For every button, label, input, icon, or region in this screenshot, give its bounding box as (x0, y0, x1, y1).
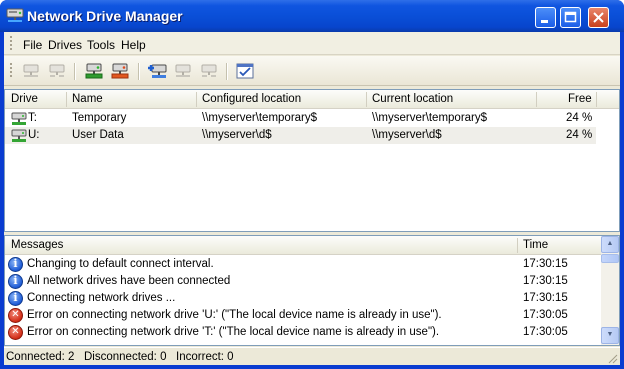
error-icon: ✕ (8, 325, 23, 340)
menu-bar: File Drives Tools Help (4, 32, 620, 55)
column-current-location[interactable]: Current location (372, 93, 453, 105)
window-title: Network Drive Manager (27, 8, 183, 24)
column-name[interactable]: Name (72, 93, 103, 105)
resize-grip-icon[interactable] (606, 352, 618, 364)
vertical-scrollbar[interactable]: ▲ ▼ (601, 236, 619, 345)
toolbar (4, 56, 620, 86)
configured-location: \\myserver\temporary$ (202, 112, 318, 124)
menu-drives[interactable]: Drives (48, 38, 82, 52)
disconnect-drive-icon[interactable] (46, 61, 68, 81)
network-drive-connected-icon (11, 112, 27, 125)
scroll-up-button[interactable]: ▲ (601, 236, 619, 253)
column-divider[interactable] (536, 92, 537, 107)
scroll-thumb[interactable] (601, 254, 619, 263)
network-drive-connected-icon (11, 129, 27, 142)
remove-drive-icon[interactable] (198, 61, 220, 81)
free-space: 24 % (566, 129, 593, 141)
info-icon: i (8, 257, 23, 272)
drive-row[interactable]: T: Temporary \\myserver\temporary$ \\mys… (5, 110, 596, 127)
toolbar-separator (226, 63, 227, 80)
network-drive-app-icon (6, 8, 24, 22)
drive-letter: U: (28, 129, 40, 141)
message-text: Error on connecting network drive 'T:' (… (27, 326, 440, 338)
column-configured-location[interactable]: Configured location (202, 93, 301, 105)
message-row[interactable]: i All network drives have been connected… (5, 273, 601, 290)
drive-list[interactable]: Drive Name Configured location Current l… (4, 89, 620, 232)
toolbar-grip[interactable] (10, 63, 13, 79)
drive-row[interactable]: U: User Data \\myserver\d$ \\myserver\d$… (5, 127, 596, 144)
toolbar-separator (74, 63, 75, 80)
app-window: Network Drive Manager File Drives Tools … (0, 0, 624, 369)
disconnect-all-icon[interactable] (109, 61, 131, 81)
message-text: All network drives have been connected (27, 275, 231, 287)
connect-drive-icon[interactable] (20, 61, 42, 81)
message-time: 17:30:05 (523, 326, 568, 338)
menu-file[interactable]: File (23, 38, 42, 52)
add-drive-icon[interactable] (146, 61, 168, 81)
column-divider[interactable] (366, 92, 367, 107)
scroll-down-button[interactable]: ▼ (601, 327, 619, 344)
column-messages[interactable]: Messages (11, 239, 63, 251)
drive-name: User Data (72, 129, 124, 141)
message-text: Changing to default connect interval. (27, 258, 214, 270)
title-bar[interactable]: Network Drive Manager (0, 0, 624, 32)
arrow-up-icon: ▲ (606, 240, 614, 247)
arrow-down-icon: ▼ (606, 331, 614, 338)
menu-grip[interactable] (10, 36, 13, 52)
client-area: File Drives Tools Help Drive Name Config… (4, 32, 620, 365)
drive-letter: T: (28, 112, 37, 124)
close-button[interactable] (588, 7, 609, 28)
message-time: 17:30:15 (523, 292, 568, 304)
info-icon: i (8, 274, 23, 289)
drive-list-header: Drive Name Configured location Current l… (5, 90, 619, 109)
menu-help[interactable]: Help (121, 38, 146, 52)
message-list[interactable]: Messages Time i Changing to default conn… (4, 235, 620, 346)
message-row[interactable]: ✕ Error on connecting network drive 'T:'… (5, 324, 601, 341)
toolbar-separator (138, 63, 139, 80)
message-list-header: Messages Time (5, 236, 601, 255)
column-free[interactable]: Free (568, 93, 592, 105)
configured-location: \\myserver\d$ (202, 129, 272, 141)
minimize-icon (541, 20, 548, 23)
close-icon (593, 12, 604, 23)
column-divider[interactable] (596, 92, 597, 107)
status-bar: Connected: 2 Disconnected: 0 Incorrect: … (4, 347, 620, 365)
connect-all-icon[interactable] (83, 61, 105, 81)
error-icon: ✕ (8, 308, 23, 323)
free-space: 24 % (566, 112, 593, 124)
maximize-button[interactable] (560, 7, 581, 28)
column-drive[interactable]: Drive (11, 93, 38, 105)
message-row[interactable]: i Connecting network drives ... 17:30:15 (5, 290, 601, 307)
message-text: Connecting network drives ... (27, 292, 176, 304)
message-row[interactable]: ✕ Error on connecting network drive 'U:'… (5, 307, 601, 324)
check-icon[interactable] (234, 61, 256, 81)
edit-drive-icon[interactable] (172, 61, 194, 81)
current-location: \\myserver\temporary$ (372, 112, 488, 124)
maximize-icon (564, 11, 577, 23)
column-divider[interactable] (517, 238, 518, 253)
message-time: 17:30:15 (523, 258, 568, 270)
column-divider[interactable] (66, 92, 67, 107)
drive-name: Temporary (72, 112, 127, 124)
current-location: \\myserver\d$ (372, 129, 442, 141)
message-time: 17:30:15 (523, 275, 568, 287)
menu-tools[interactable]: Tools (87, 38, 115, 52)
status-text: Connected: 2 Disconnected: 0 Incorrect: … (6, 351, 234, 363)
column-divider[interactable] (196, 92, 197, 107)
info-icon: i (8, 291, 23, 306)
minimize-button[interactable] (535, 7, 556, 28)
message-time: 17:30:05 (523, 309, 568, 321)
message-text: Error on connecting network drive 'U:' (… (27, 309, 442, 321)
message-row[interactable]: i Changing to default connect interval. … (5, 256, 601, 273)
column-time[interactable]: Time (523, 239, 548, 251)
